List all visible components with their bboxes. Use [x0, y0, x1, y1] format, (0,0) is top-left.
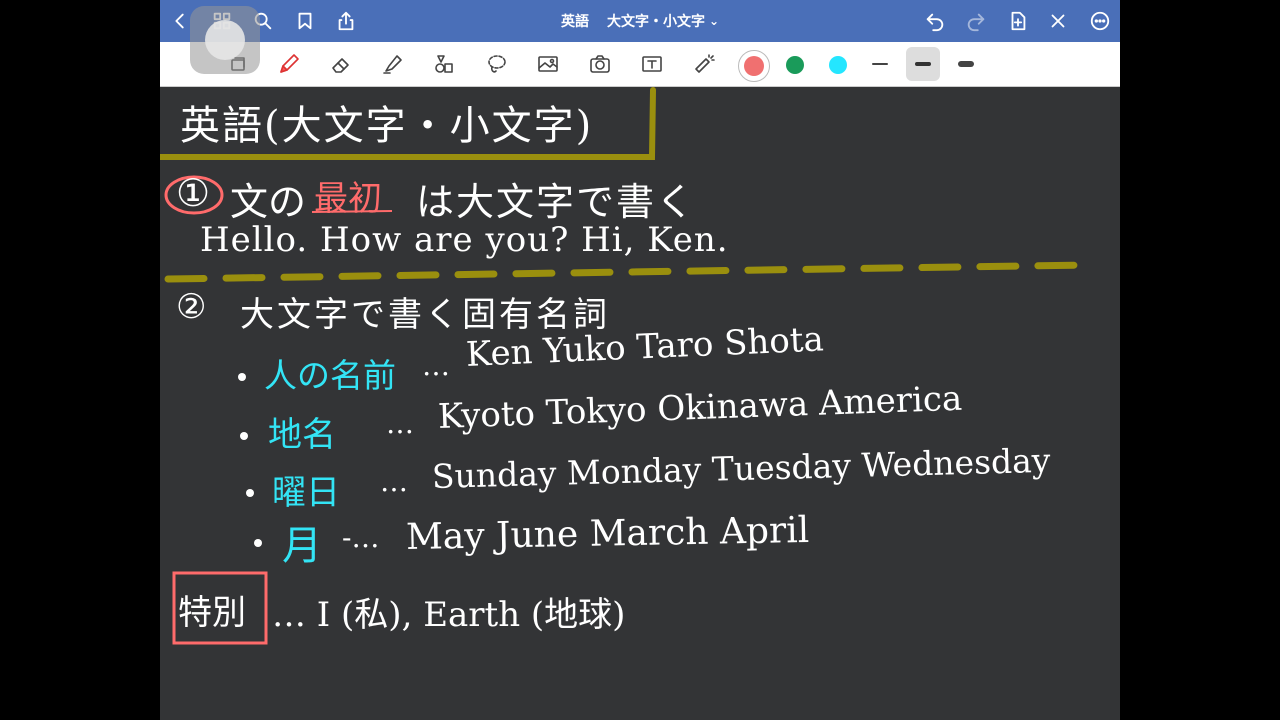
shapes-icon[interactable] [428, 48, 460, 80]
note-canvas[interactable]: 英語(大文字・小文字) ① 文の 最初 は大文字で書く Hello. How a… [160, 87, 1120, 720]
text-icon[interactable] [636, 48, 668, 80]
color-swatch-green[interactable] [786, 56, 804, 74]
rule1-example: Hello. How are you? Hi, Ken. [200, 220, 729, 260]
rule1-prefix: 文の [230, 180, 307, 224]
rule2-number: ② [176, 287, 210, 327]
rule2-text: 大文字で書く固有名詞 [240, 295, 610, 335]
eraser-icon[interactable] [325, 48, 357, 80]
note-heading: 英語(大文字・小文字) [180, 103, 594, 149]
rule1-keyword: 最初 [314, 179, 382, 219]
highlighter-icon[interactable] [377, 48, 409, 80]
rule1-suffix: は大文字で書く [416, 180, 697, 224]
pen-icon[interactable] [273, 48, 305, 80]
bullet [238, 373, 246, 381]
item-sep: … [380, 465, 408, 498]
undo-icon[interactable] [921, 7, 949, 35]
item-words: May June March April [405, 509, 810, 558]
redo-icon[interactable] [962, 7, 990, 35]
special-label: 特別 [178, 593, 246, 633]
notes-app-window: 英語 大文字・小文字 ⌄ 英語(大文字・小文字) ① 文の 最初 は大文字で書く… [160, 0, 1120, 720]
title-topic: 大文字・小文字 [606, 14, 705, 30]
title-subject: 英語 [560, 14, 589, 30]
laser-icon[interactable] [688, 48, 720, 80]
item-sep: -… [342, 521, 380, 554]
color-swatch-red[interactable] [738, 50, 770, 82]
item-sep: … [386, 407, 414, 440]
stroke-medium-button[interactable] [906, 47, 940, 81]
special-text: … I (私), Earth (地球) [272, 595, 626, 635]
item-label: 曜日 [272, 473, 340, 513]
camera-icon[interactable] [584, 48, 616, 80]
bullet [246, 489, 254, 497]
drawing-toolbar [160, 42, 1120, 87]
rule1-number: ① [176, 171, 211, 215]
more-options-icon[interactable] [1086, 7, 1114, 35]
stroke-thick-button[interactable] [950, 48, 982, 80]
bullet [254, 539, 262, 547]
add-page-icon[interactable] [1004, 7, 1032, 35]
bullet [240, 432, 248, 440]
item-label: 地名 [268, 415, 336, 455]
item-sep: … [422, 349, 450, 382]
color-swatch-cyan[interactable] [829, 56, 847, 74]
chevron-down-icon: ⌄ [708, 14, 720, 28]
image-icon[interactable] [532, 48, 564, 80]
stroke-thin-button[interactable] [864, 48, 896, 80]
item-label: 人の名前 [264, 356, 396, 395]
close-icon[interactable] [1044, 7, 1072, 35]
top-nav-bar: 英語 大文字・小文字 ⌄ [160, 0, 1120, 42]
assistive-touch-button[interactable] [190, 6, 260, 74]
item-label: 月 [282, 523, 322, 569]
lasso-icon[interactable] [481, 48, 513, 80]
